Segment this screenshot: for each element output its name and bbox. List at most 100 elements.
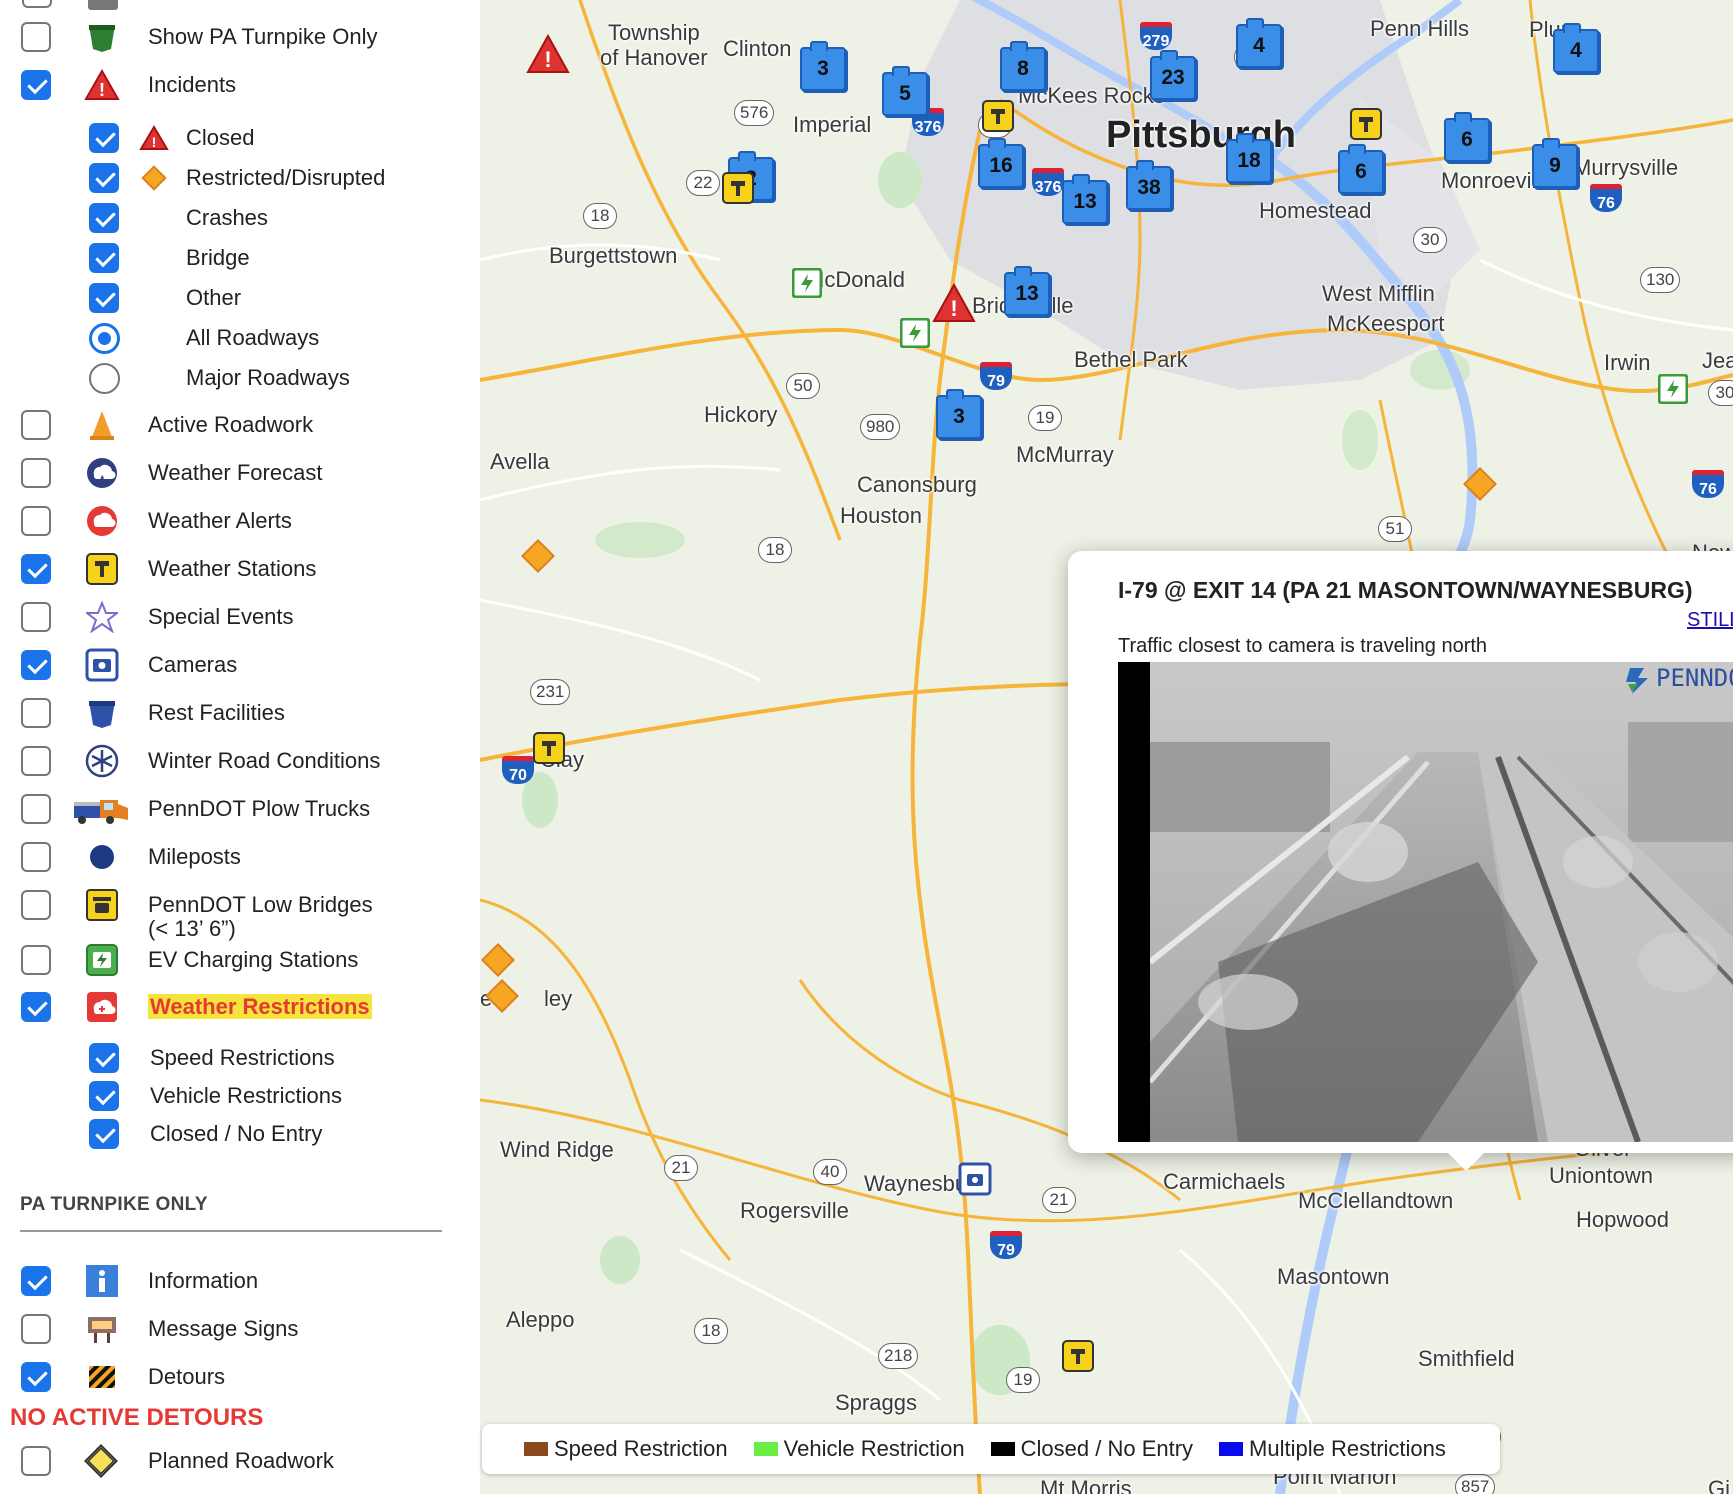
layer-winter-road-conditions-label: Winter Road Conditions — [148, 748, 380, 774]
layer-weather-alerts-label: Weather Alerts — [148, 508, 292, 534]
place-label-rogersville: Rogersville — [740, 1198, 849, 1223]
incident-bridge-checkbox[interactable] — [89, 243, 119, 273]
incident-all-roadways-text: All Roadways — [186, 325, 320, 350]
incident-closed-marker[interactable]: ! — [932, 282, 976, 328]
layer-ev-charging-stations-checkbox[interactable] — [21, 945, 51, 975]
layer-incidents-checkbox[interactable] — [21, 70, 51, 100]
place-label-aleppo: Aleppo — [506, 1307, 575, 1332]
turnpike-message-signs-checkbox[interactable] — [21, 1314, 51, 1344]
legend-label: Speed Restriction — [554, 1436, 728, 1461]
weather-station-marker[interactable] — [1350, 108, 1382, 145]
layer-weather-forecast-checkbox[interactable] — [21, 458, 51, 488]
layer-mileposts-text: Mileposts — [148, 844, 241, 869]
layer-weather-forecast-label: Weather Forecast — [148, 460, 322, 486]
layer-cameras-checkbox[interactable] — [21, 650, 51, 680]
still-images-link[interactable]: STILL IMAGES — [1687, 609, 1733, 632]
incident-major-roadways-radio[interactable] — [89, 363, 120, 394]
camera-cluster-marker[interactable]: 23 — [1150, 50, 1196, 100]
layer-weather-alerts-checkbox[interactable] — [21, 506, 51, 536]
route-shield: 18 — [583, 203, 617, 229]
camera-cluster-marker[interactable]: 6 — [1444, 112, 1490, 162]
traffic-cone-icon — [83, 406, 121, 444]
camera-cluster-marker[interactable]: 4 — [1236, 18, 1282, 68]
legend-swatch — [753, 1442, 778, 1456]
camera-popup: × I-79 @ EXIT 14 (PA 21 MASONTOWN/WAYNES… — [1068, 551, 1733, 1171]
camera-cluster-marker[interactable]: 9 — [1532, 138, 1578, 188]
place-label-carmichaels: Carmichaels — [1163, 1169, 1286, 1194]
layer-special-events-label: Special Events — [148, 604, 294, 630]
layer-special-events-checkbox[interactable] — [21, 602, 51, 632]
weather-station-marker[interactable] — [982, 100, 1014, 137]
restriction-closed-no-entry-checkbox[interactable] — [89, 1119, 119, 1149]
incident-restricted-marker[interactable] — [520, 538, 556, 579]
incident-closed-marker[interactable]: ! — [526, 33, 570, 79]
incident-restricted-marker[interactable] — [480, 942, 516, 983]
incident-crashes-checkbox[interactable] — [89, 203, 119, 233]
legend-item-speed-restriction: Speed Restriction — [524, 1436, 728, 1462]
place-label-penn-hills: Penn Hills — [1370, 16, 1470, 41]
route-shield: 21 — [664, 1155, 698, 1181]
camera-cluster-marker[interactable]: 18 — [1226, 133, 1272, 183]
incident-all-roadways-radio[interactable] — [89, 323, 120, 354]
map-canvas[interactable]: Township of Hanover Clinton Imperial McKees … — [480, 0, 1733, 1494]
weather-station-marker[interactable] — [1062, 1340, 1094, 1377]
checkbox-cutoff[interactable] — [22, 0, 52, 8]
layer-penndot-low-bridges-checkbox[interactable] — [21, 890, 51, 920]
incident-restricted-marker[interactable] — [1462, 466, 1498, 507]
camera-cluster-marker[interactable]: 4 — [1553, 23, 1599, 73]
layer-active-roadwork-checkbox[interactable] — [21, 410, 51, 440]
route-shield: 980 — [860, 414, 901, 440]
weather-station-marker[interactable] — [533, 732, 565, 769]
svg-text:!: ! — [152, 134, 157, 150]
camera-cluster-marker[interactable]: 13 — [1004, 266, 1050, 316]
route-shield: 19 — [1028, 405, 1062, 431]
layer-show-pa-turnpike-only-checkbox[interactable] — [21, 22, 51, 52]
turnpike-detours-checkbox[interactable] — [21, 1362, 51, 1392]
incident-restricted-marker[interactable] — [484, 978, 520, 1019]
place-label-houston: Houston — [840, 503, 922, 528]
camera-cluster-marker[interactable]: 38 — [1126, 160, 1172, 210]
layer-penndot-plow-trucks-text: PennDOT Plow Trucks — [148, 796, 371, 821]
interstate-shield: 79 — [980, 362, 1012, 390]
incident-restricted-disrupted-label: Restricted/Disrupted — [186, 165, 385, 191]
camera-cluster-marker[interactable]: 3 — [936, 389, 982, 439]
route-shield: 50 — [786, 373, 820, 399]
layer-winter-road-conditions-checkbox[interactable] — [21, 746, 51, 776]
layer-rest-facilities-checkbox[interactable] — [21, 698, 51, 728]
camera-cluster-marker[interactable]: 6 — [1338, 144, 1384, 194]
layer-penndot-plow-trucks-checkbox[interactable] — [21, 794, 51, 824]
camera-cluster-marker[interactable]: 5 — [882, 66, 928, 116]
incident-crashes-text: Crashes — [186, 205, 268, 230]
ev-charging-marker[interactable] — [1657, 373, 1689, 409]
turnpike-information-checkbox[interactable] — [21, 1266, 51, 1296]
layer-show-pa-turnpike-only-label: Show PA Turnpike Only — [148, 24, 378, 50]
weather-station-marker[interactable] — [722, 172, 754, 209]
planned-roadwork-checkbox[interactable] — [21, 1446, 51, 1476]
restriction-vehicle-restrictions-checkbox[interactable] — [89, 1081, 119, 1111]
layer-mileposts-checkbox[interactable] — [21, 842, 51, 872]
camera-cluster-marker[interactable]: 16 — [978, 138, 1024, 188]
popup-description: Traffic closest to camera is traveling n… — [1118, 635, 1488, 657]
camera-cluster-marker[interactable]: 3 — [800, 41, 846, 91]
place-label-mckeesport: McKeesport — [1327, 311, 1445, 336]
route-shield: 18 — [758, 537, 792, 563]
layer-weather-stations-checkbox[interactable] — [21, 554, 51, 584]
snowflake-icon — [83, 742, 121, 780]
ev-charging-marker[interactable] — [791, 267, 823, 303]
ev-charging-marker[interactable] — [899, 317, 931, 353]
place-label-avella: Avella — [490, 449, 550, 474]
incident-closed-checkbox[interactable] — [89, 123, 119, 153]
turnpike-message-signs-label: Message Signs — [148, 1316, 298, 1342]
layer-weather-restrictions-checkbox[interactable] — [21, 992, 51, 1022]
incident-restricted-disrupted-checkbox[interactable] — [89, 163, 119, 193]
camera-cluster-marker[interactable]: 13 — [1062, 174, 1108, 224]
selected-camera-marker[interactable] — [958, 1162, 992, 1201]
layer-weather-stations-label: Weather Stations — [148, 556, 316, 582]
restriction-speed-restrictions-checkbox[interactable] — [89, 1043, 119, 1073]
place-label-murrysville: Murrysville — [1573, 155, 1679, 180]
layer-incidents-text: Incidents — [148, 72, 237, 97]
camera-cluster-marker[interactable]: 8 — [1000, 41, 1046, 91]
layer-cameras-text: Cameras — [148, 652, 238, 677]
interstate-shield: 376 — [1032, 168, 1064, 196]
incident-other-checkbox[interactable] — [89, 283, 119, 313]
